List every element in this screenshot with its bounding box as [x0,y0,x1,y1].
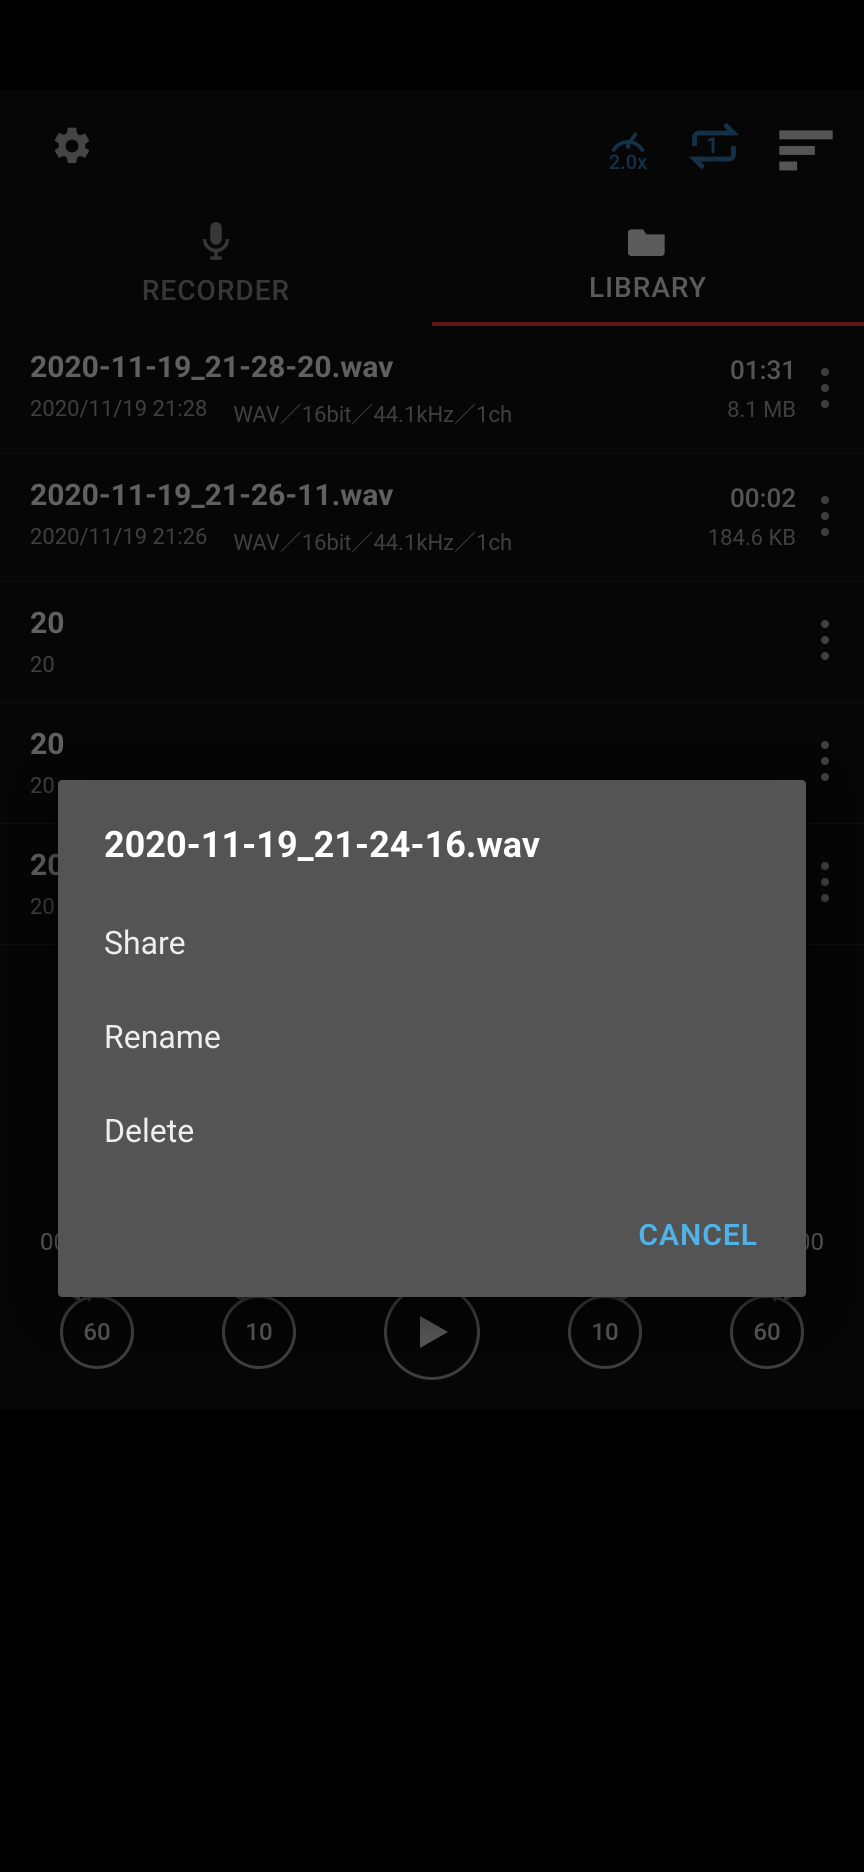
rename-option[interactable]: Rename [58,990,806,1084]
delete-option[interactable]: Delete [58,1084,806,1178]
app-screen: 2.0x 1 [0,90,864,1410]
dialog-title: 2020-11-19_21-24-16.wav [58,824,806,896]
context-menu-dialog: 2020-11-19_21-24-16.wav Share Rename Del… [58,780,806,1297]
share-option[interactable]: Share [58,896,806,990]
cancel-button[interactable]: CANCEL [630,1208,766,1263]
